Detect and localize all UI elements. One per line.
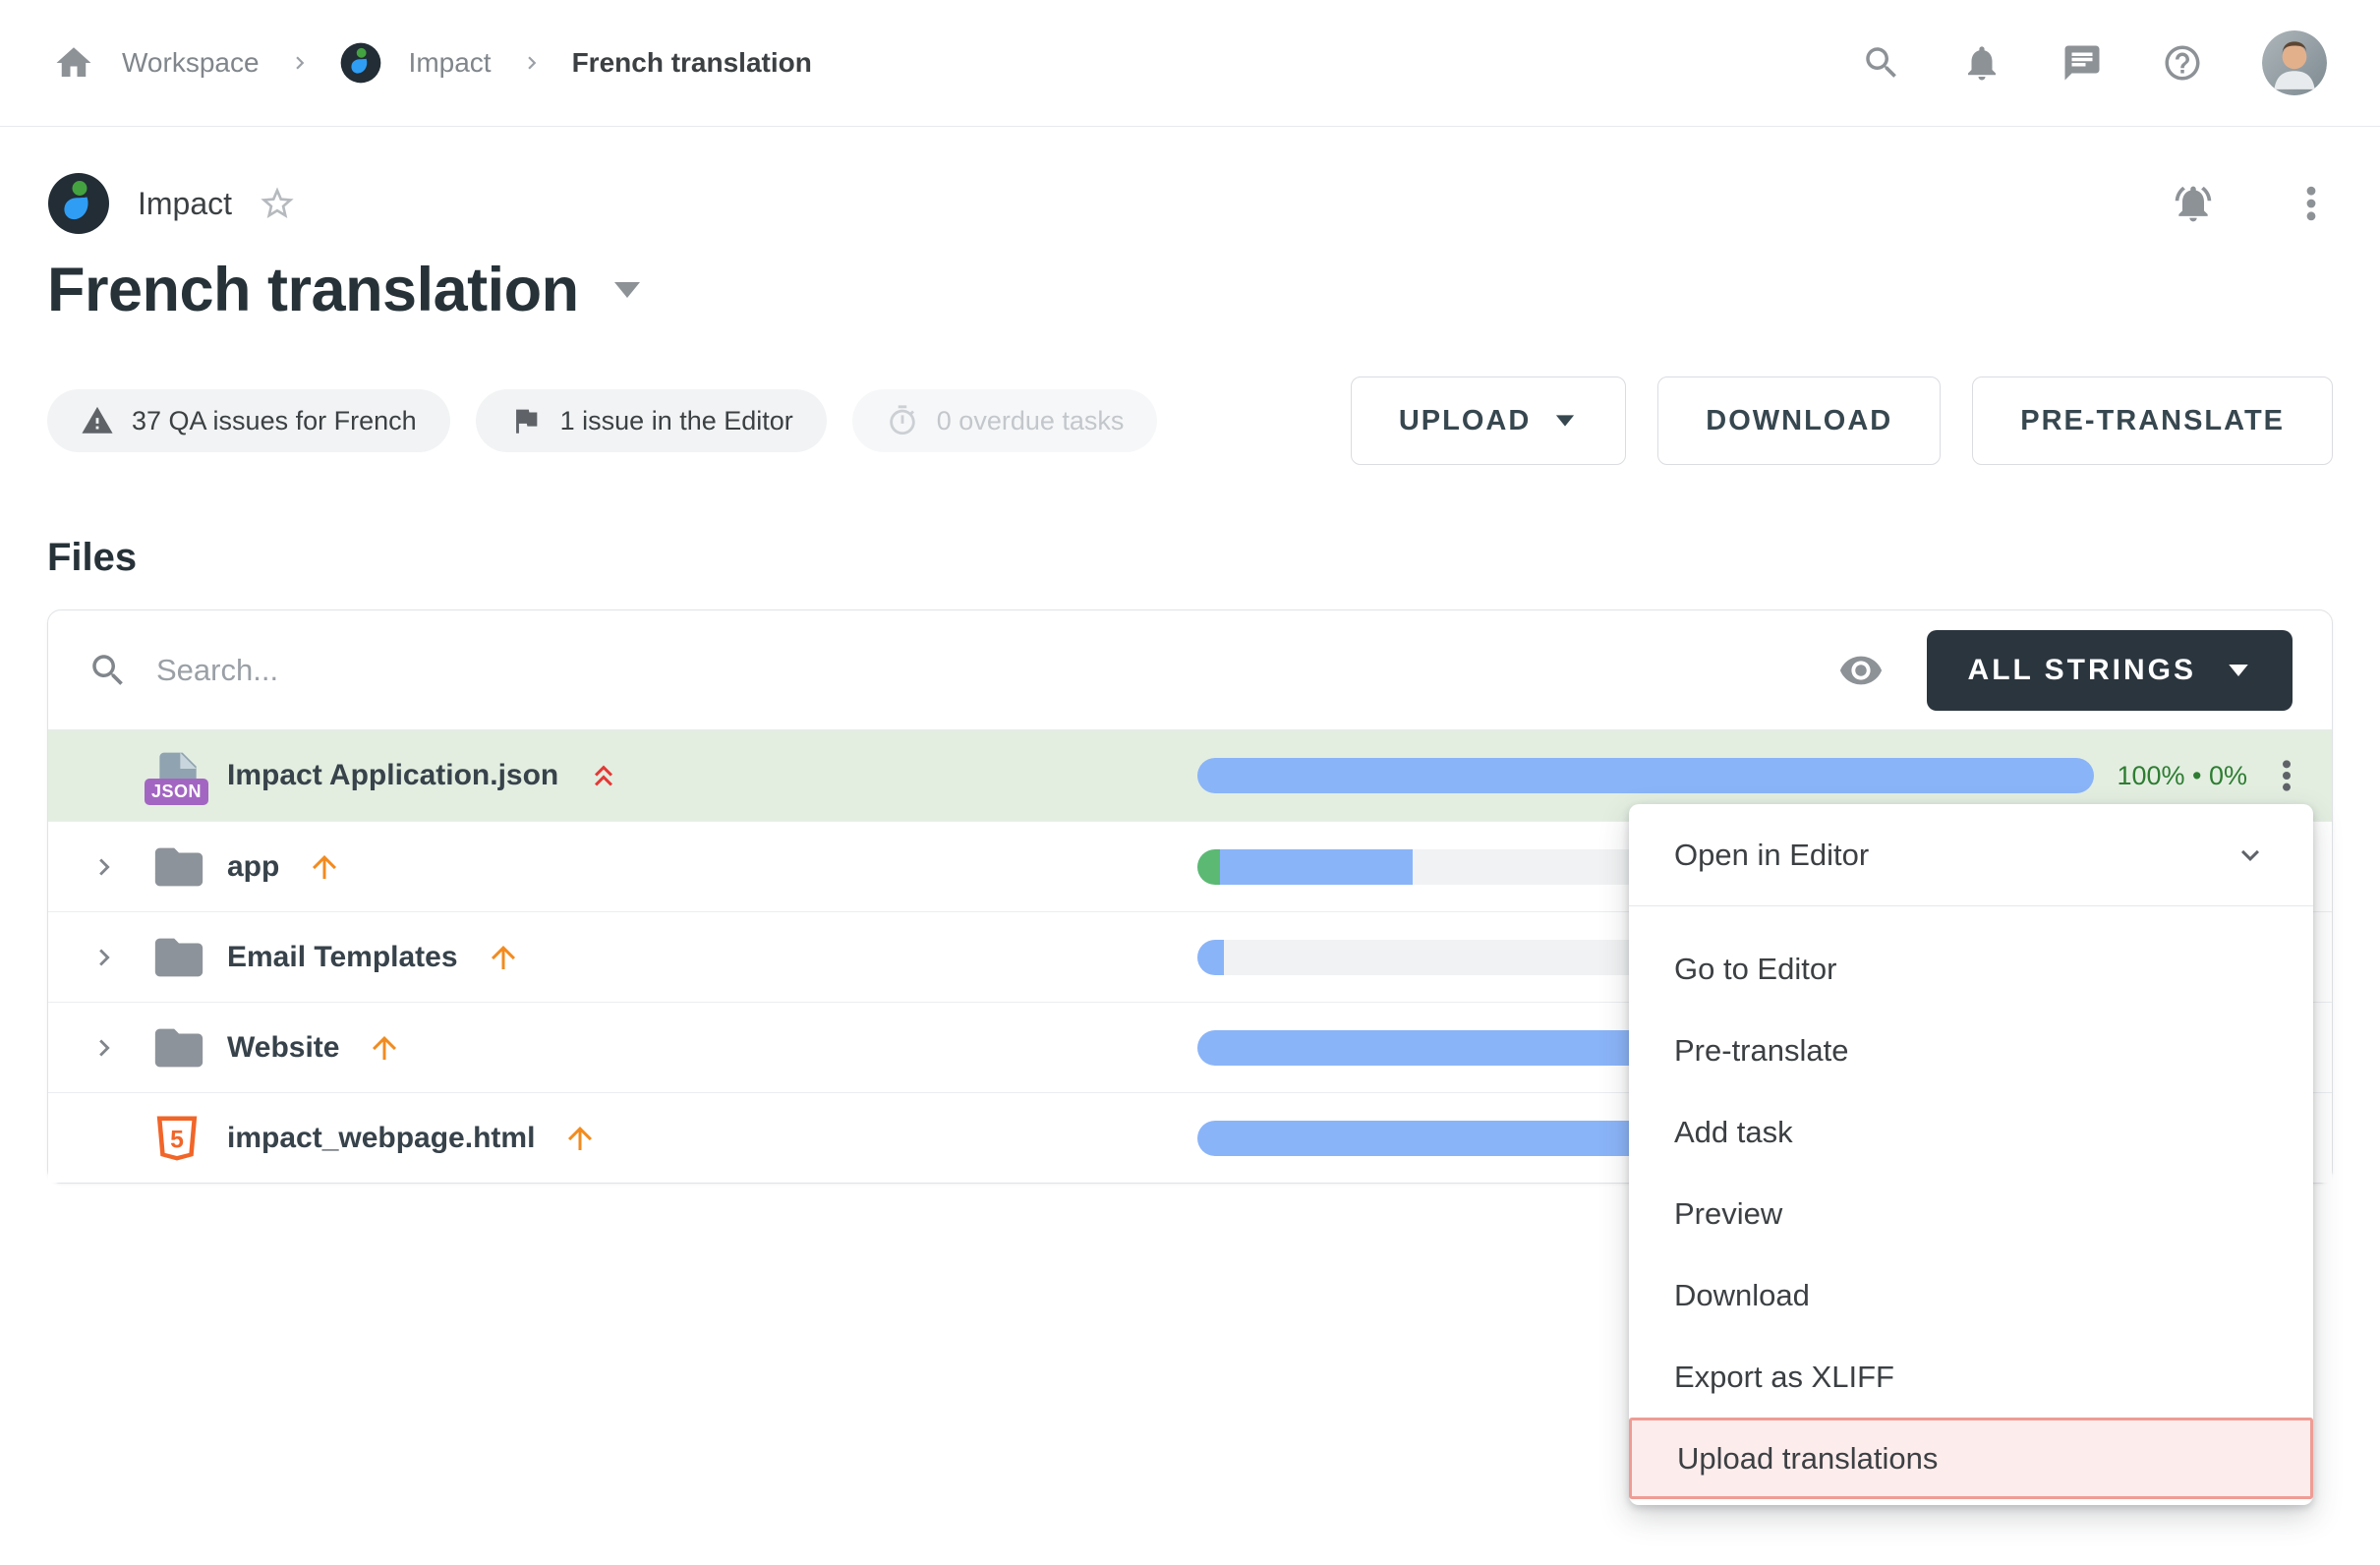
file-icon-box: JSON xyxy=(150,746,227,805)
menu-item-pre-translate[interactable]: Pre-translate xyxy=(1629,1010,2313,1091)
filter-caret-icon xyxy=(2229,665,2248,676)
files-search-input[interactable] xyxy=(156,653,1838,688)
breadcrumb: Workspace Impact French translation xyxy=(53,42,812,84)
folder-icon xyxy=(150,929,227,986)
menu-item-add-task[interactable]: Add task xyxy=(1629,1091,2313,1173)
upload-button-label: UPLOAD xyxy=(1399,405,1531,437)
file-row-left: JSON Impact Application.json xyxy=(87,746,1197,805)
page-title-row: French translation xyxy=(47,255,2333,325)
expand-folder-chevron-icon[interactable] xyxy=(87,1031,150,1065)
project-header-actions xyxy=(2172,182,2333,225)
upload-button[interactable]: UPLOAD xyxy=(1351,377,1626,465)
svg-text:5: 5 xyxy=(170,1127,184,1153)
status-badges: 37 QA issues for French 1 issue in the E… xyxy=(47,389,1157,452)
file-row-left: app xyxy=(87,839,1197,896)
breadcrumb-current: French translation xyxy=(572,47,812,79)
file-context-menu: Open in Editor Go to Editor Pre-translat… xyxy=(1629,804,2313,1505)
home-icon[interactable] xyxy=(53,42,94,84)
strings-filter-label: ALL STRINGS xyxy=(1968,654,2196,687)
json-badge: JSON xyxy=(145,779,208,805)
app-screen: Workspace Impact French translation xyxy=(0,0,2380,1565)
html-file-icon: 5 xyxy=(150,1110,227,1167)
json-file-icon: JSON xyxy=(150,746,205,805)
search-icon[interactable] xyxy=(1861,42,1902,84)
stopwatch-icon xyxy=(886,404,919,437)
arrow-up-icon xyxy=(307,849,342,885)
stats-row: 37 QA issues for French 1 issue in the E… xyxy=(47,377,2333,465)
menu-item-download[interactable]: Download xyxy=(1629,1254,2313,1336)
project-logo-small xyxy=(340,42,381,84)
project-name: Impact xyxy=(138,186,232,222)
download-button-label: DOWNLOAD xyxy=(1706,405,1892,437)
folder-icon xyxy=(150,1019,227,1076)
file-name: Impact Application.json xyxy=(227,759,558,792)
qa-issues-label: 37 QA issues for French xyxy=(132,406,417,436)
file-row-left: Email Templates xyxy=(87,929,1197,986)
menu-item-preview[interactable]: Preview xyxy=(1629,1173,2313,1254)
chevron-right-icon xyxy=(519,50,545,76)
arrow-up-icon xyxy=(367,1030,402,1066)
overdue-tasks-badge[interactable]: 0 overdue tasks xyxy=(852,389,1158,452)
project-header: Impact xyxy=(47,172,2333,235)
editor-issues-label: 1 issue in the Editor xyxy=(560,406,793,436)
strings-filter-button[interactable]: ALL STRINGS xyxy=(1927,630,2293,711)
file-row-left: Website xyxy=(87,1019,1197,1076)
download-button[interactable]: DOWNLOAD xyxy=(1657,377,1941,465)
overdue-tasks-label: 0 overdue tasks xyxy=(937,406,1125,436)
title-dropdown-caret-icon[interactable] xyxy=(614,282,640,298)
chat-icon[interactable] xyxy=(2061,42,2103,84)
row-menu-kebab-icon[interactable] xyxy=(2267,754,2306,797)
menu-item-open-in-editor[interactable]: Open in Editor xyxy=(1629,804,2313,906)
visibility-eye-icon[interactable] xyxy=(1838,648,1884,693)
top-bar: Workspace Impact French translation xyxy=(0,0,2380,127)
help-icon[interactable] xyxy=(2162,42,2203,84)
page-title: French translation xyxy=(47,255,579,325)
files-heading: Files xyxy=(47,536,2333,580)
folder-icon xyxy=(150,839,227,896)
menu-item-go-to-editor[interactable]: Go to Editor xyxy=(1629,928,2313,1010)
arrow-up-icon xyxy=(486,940,521,975)
menu-item-upload-translations[interactable]: Upload translations xyxy=(1629,1418,2313,1499)
chevron-down-icon xyxy=(2233,838,2268,873)
expand-folder-chevron-icon[interactable] xyxy=(87,941,150,974)
breadcrumb-workspace[interactable]: Workspace xyxy=(122,47,260,79)
topbar-actions xyxy=(1861,30,2327,95)
project-more-kebab-icon[interactable] xyxy=(2290,182,2333,225)
qa-issues-badge[interactable]: 37 QA issues for French xyxy=(47,389,450,452)
folder-name: Website xyxy=(227,1031,339,1065)
warning-icon xyxy=(81,404,114,437)
folder-name: Email Templates xyxy=(227,941,458,974)
pretranslate-button-label: PRE-TRANSLATE xyxy=(2020,405,2285,437)
user-avatar[interactable] xyxy=(2262,30,2327,95)
upload-caret-icon xyxy=(1556,415,1574,426)
search-icon xyxy=(87,650,129,691)
favorite-star-icon[interactable] xyxy=(258,184,297,223)
progress-bar xyxy=(1197,758,2094,793)
action-buttons: UPLOAD DOWNLOAD PRE-TRANSLATE xyxy=(1351,377,2333,465)
flag-icon xyxy=(509,404,543,437)
notifications-bell-icon[interactable] xyxy=(1961,42,2003,84)
menu-list: Go to Editor Pre-translate Add task Prev… xyxy=(1629,906,2313,1499)
pretranslate-button[interactable]: PRE-TRANSLATE xyxy=(1972,377,2333,465)
progress-percentages: 100% • 0% xyxy=(2094,761,2267,791)
files-search-row: ALL STRINGS xyxy=(48,610,2332,730)
priority-high-icon xyxy=(586,758,621,793)
arrow-up-icon xyxy=(562,1121,598,1156)
file-name: impact_webpage.html xyxy=(227,1122,535,1155)
expand-folder-chevron-icon[interactable] xyxy=(87,850,150,884)
project-logo xyxy=(47,172,110,235)
breadcrumb-project[interactable]: Impact xyxy=(409,47,492,79)
folder-name: app xyxy=(227,850,279,884)
subscribe-bell-icon[interactable] xyxy=(2172,182,2215,225)
chevron-right-icon xyxy=(287,50,313,76)
menu-item-export-as-xliff[interactable]: Export as XLIFF xyxy=(1629,1336,2313,1418)
editor-issues-badge[interactable]: 1 issue in the Editor xyxy=(476,389,827,452)
menu-header-label: Open in Editor xyxy=(1674,838,1869,873)
file-row-left: 5 impact_webpage.html xyxy=(87,1110,1197,1167)
